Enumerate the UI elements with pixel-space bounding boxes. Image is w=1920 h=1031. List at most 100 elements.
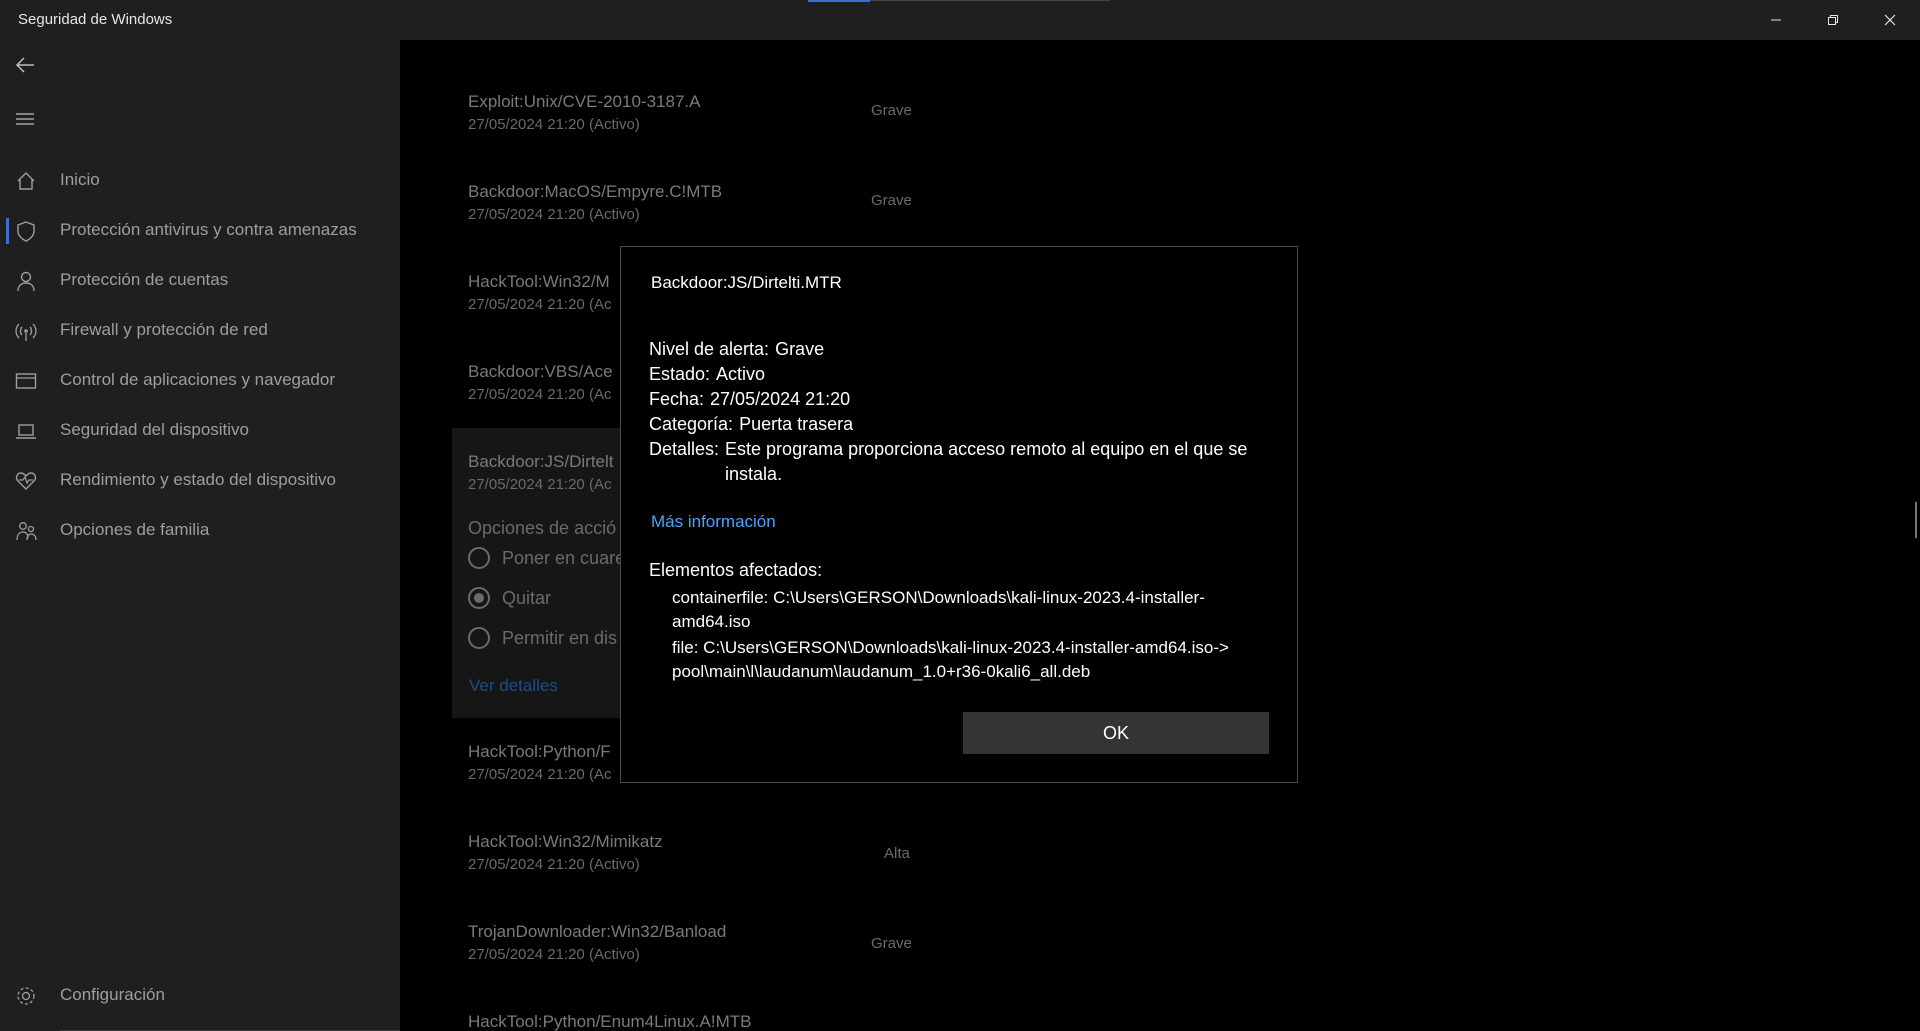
sidebar-item-label: Inicio	[60, 170, 100, 189]
more-info-link[interactable]: Más información	[651, 512, 776, 532]
field-alert-level: Nivel de alerta: Grave	[649, 337, 1274, 362]
severity-label: Grave	[871, 935, 912, 952]
list-item[interactable]: Backdoor:MacOS/Empyre.C!MTB 27/05/2024 2…	[468, 182, 722, 223]
action-options-title: Opciones de acció	[468, 518, 617, 538]
gear-icon	[14, 984, 38, 1008]
sidebar-item-label: Firewall y protección de red	[60, 320, 268, 339]
radio-label: Permitir en dis	[502, 627, 618, 648]
threat-date: 27/05/2024 21:20 (Ac	[468, 296, 612, 313]
radio-label: Poner en cuare	[502, 547, 626, 568]
threat-name: HackTool:Win32/M	[468, 272, 610, 291]
list-item[interactable]: HackTool:Python/F 27/05/2024 21:20 (Ac	[468, 742, 611, 783]
field-details: Detalles: Este programa proporciona acce…	[649, 437, 1274, 487]
title-bar: Seguridad de Windows	[0, 0, 1920, 40]
threat-date: 27/05/2024 21:20 (Activo)	[468, 116, 640, 133]
field-key: Categoría:	[649, 414, 734, 434]
field-key: Fecha:	[649, 389, 705, 409]
ok-button[interactable]: OK	[963, 712, 1269, 754]
field-status: Estado: Activo	[649, 362, 1274, 387]
scrollbar-thumb[interactable]	[1915, 502, 1917, 538]
back-button[interactable]	[12, 52, 38, 78]
affected-items-title: Elementos afectados:	[649, 560, 823, 580]
sidebar-item-configuracion[interactable]: Configuración	[0, 973, 400, 1019]
radio-label: Quitar	[502, 587, 552, 608]
sidebar-item-label: Control de aplicaciones y navegador	[60, 370, 336, 389]
heart-pulse-icon	[14, 469, 38, 493]
threat-name: HackTool:Python/Enum4Linux.A!MTB	[468, 1012, 752, 1031]
field-value: Este programa proporciona acceso remoto …	[725, 439, 1248, 484]
field-category: Categoría: Puerta trasera	[649, 412, 1274, 437]
threat-name: HackTool:Python/F	[468, 742, 611, 761]
shield-icon	[14, 219, 38, 243]
wireless-icon	[14, 319, 38, 343]
sidebar-item-inicio[interactable]: Inicio	[0, 158, 400, 204]
restore-button[interactable]	[1805, 0, 1861, 40]
field-value: Puerta trasera	[739, 414, 854, 434]
list-item[interactable]: Backdoor:VBS/Ace 27/05/2024 21:20 (Ac	[468, 362, 613, 403]
affected-item: containerfile: C:\Users\GERSON\Downloads…	[672, 588, 1205, 631]
hamburger-menu-icon	[16, 113, 34, 125]
list-item[interactable]: HackTool:Python/Enum4Linux.A!MTB	[468, 1012, 751, 1031]
radio-quarantine[interactable]: Poner en cuare	[468, 547, 625, 569]
field-key: Estado:	[649, 364, 711, 384]
radio-button[interactable]	[468, 547, 490, 569]
dialog-fields: Nivel de alerta: Grave Estado: Activo Fe…	[649, 337, 1274, 487]
threat-name: Exploit:Unix/CVE-2010-3187.A	[468, 92, 701, 111]
close-icon	[1884, 14, 1896, 26]
window-title: Seguridad de Windows	[18, 11, 173, 28]
field-key: Nivel de alerta:	[649, 339, 770, 359]
radio-remove[interactable]: Quitar	[468, 587, 551, 609]
list-item[interactable]: HackTool:Win32/M 27/05/2024 21:20 (Ac	[468, 272, 611, 313]
person-icon	[14, 269, 38, 293]
list-item[interactable]: Exploit:Unix/CVE-2010-3187.A 27/05/2024 …	[468, 92, 700, 133]
sidebar-item-firewall[interactable]: Firewall y protección de red	[0, 308, 400, 354]
field-date: Fecha: 27/05/2024 21:20	[649, 387, 1274, 412]
threat-name: HackTool:Win32/Mimikatz	[468, 832, 663, 851]
field-key: Detalles:	[649, 439, 720, 459]
sidebar-item-antivirus[interactable]: Protección antivirus y contra amenazas	[0, 208, 400, 254]
list-item[interactable]: HackTool:Win32/Mimikatz 27/05/2024 21:20…	[468, 832, 663, 873]
threat-date: 27/05/2024 21:20 (Activo)	[468, 946, 640, 963]
affected-item: file: C:\Users\GERSON\Downloads\kali-lin…	[672, 638, 1229, 681]
sidebar-item-label: Protección antivirus y contra amenazas	[60, 220, 357, 239]
severity-label: Grave	[871, 102, 912, 119]
back-arrow-icon	[15, 57, 34, 73]
see-details-link[interactable]: Ver detalles	[469, 676, 558, 696]
close-button[interactable]	[1862, 0, 1918, 40]
threat-name: Backdoor:JS/Dirtelt	[468, 452, 614, 471]
tab-indicator	[808, 0, 870, 2]
sidebar-item-label: Opciones de familia	[60, 520, 210, 539]
sidebar-item-label: Configuración	[60, 985, 165, 1004]
title-divider	[870, 0, 1110, 1]
threat-name: Backdoor:VBS/Ace	[468, 362, 613, 381]
menu-button[interactable]	[12, 106, 38, 132]
threat-date: 27/05/2024 21:20 (Activo)	[468, 206, 640, 223]
threat-date: 27/05/2024 21:20 (Ac	[468, 766, 612, 783]
sidebar-item-label: Rendimiento y estado del dispositivo	[60, 470, 336, 489]
radio-button[interactable]	[468, 627, 490, 649]
field-value: Activo	[716, 364, 766, 384]
threat-name: TrojanDownloader:Win32/Banload	[468, 922, 727, 941]
sidebar-item-label: Protección de cuentas	[60, 270, 229, 289]
sidebar-item-rendimiento[interactable]: Rendimiento y estado del dispositivo	[0, 458, 400, 504]
laptop-icon	[14, 419, 38, 443]
minimize-icon	[1771, 19, 1781, 21]
dialog-title: Backdoor:JS/Dirtelti.MTR	[651, 273, 842, 292]
severity-label: Grave	[871, 192, 912, 209]
selection-indicator	[6, 218, 9, 244]
radio-button[interactable]	[468, 587, 490, 609]
radio-allow[interactable]: Permitir en dis	[468, 627, 617, 649]
minimize-button[interactable]	[1748, 0, 1804, 40]
sidebar: Inicio Protección antivirus y contra ame…	[0, 40, 420, 1031]
threat-date: 27/05/2024 21:20 (Ac	[468, 386, 612, 403]
restore-icon	[1828, 15, 1838, 25]
sidebar-item-aplicaciones[interactable]: Control de aplicaciones y navegador	[0, 358, 400, 404]
home-icon	[14, 169, 38, 193]
list-item[interactable]: Backdoor:JS/Dirtelt 27/05/2024 21:20 (Ac	[468, 452, 614, 493]
browser-window-icon	[14, 369, 38, 393]
list-item[interactable]: TrojanDownloader:Win32/Banload 27/05/202…	[468, 922, 726, 963]
sidebar-item-dispositivo[interactable]: Seguridad del dispositivo	[0, 408, 400, 454]
sidebar-item-familia[interactable]: Opciones de familia	[0, 508, 400, 554]
sidebar-item-cuentas[interactable]: Protección de cuentas	[0, 258, 400, 304]
threat-name: Backdoor:MacOS/Empyre.C!MTB	[468, 182, 723, 201]
